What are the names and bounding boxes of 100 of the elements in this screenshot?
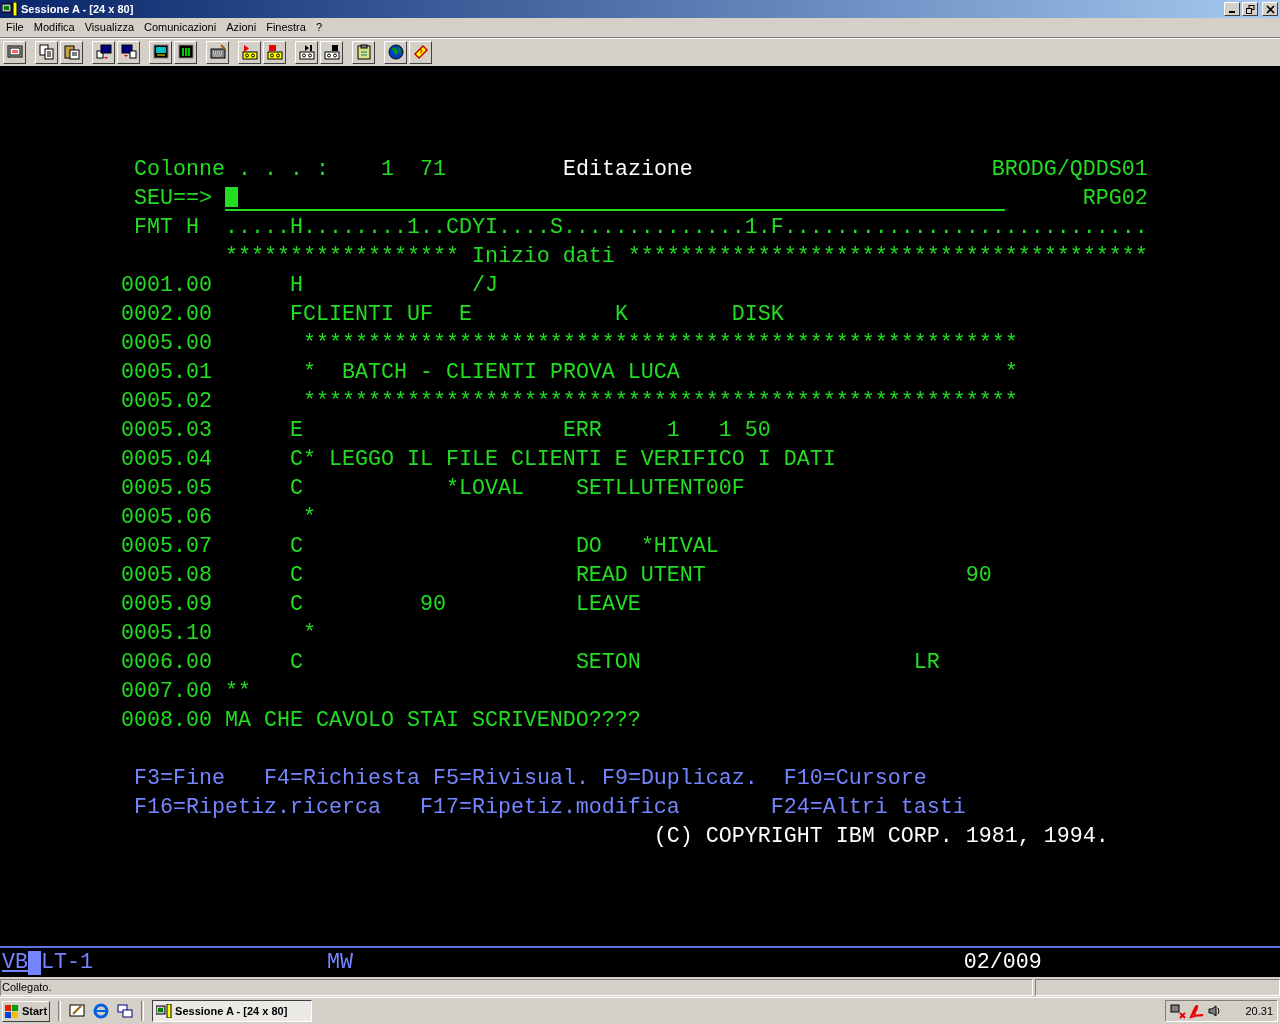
source-code-text: * bbox=[1004, 359, 1018, 387]
cursor-position: 02/009 bbox=[963, 949, 1042, 977]
toolbar-button[interactable] bbox=[352, 40, 375, 64]
source-code-text: ** bbox=[224, 678, 251, 706]
minimize-button[interactable] bbox=[1224, 2, 1240, 16]
menu-item[interactable]: Finestra bbox=[261, 19, 311, 36]
monitor-icon bbox=[152, 44, 169, 60]
sequence-number: 0005.09 bbox=[121, 591, 212, 619]
source-code-text: SETLLUTENT00F bbox=[575, 475, 745, 503]
source-code-text: K bbox=[614, 301, 628, 329]
source-code-text: E bbox=[458, 301, 472, 329]
source-code-text: READ UTENT bbox=[575, 562, 706, 590]
sequence-number: 0001.00 bbox=[121, 272, 212, 300]
source-code-text: /J bbox=[471, 272, 498, 300]
toolbar-button[interactable] bbox=[238, 40, 261, 64]
source-code-text: C bbox=[289, 475, 303, 503]
windows-flag-icon bbox=[5, 1004, 20, 1018]
source-code-text: C bbox=[289, 533, 303, 561]
tape-step-icon bbox=[298, 44, 315, 60]
source-code-text: BATCH - CLIENTI PROVA LUCA bbox=[341, 359, 680, 387]
function-key-hint: F16=Ripetiz.ricerca bbox=[134, 794, 381, 822]
terminal-app-icon bbox=[156, 1004, 173, 1018]
screen-title: Editazione bbox=[562, 156, 693, 184]
globe-icon bbox=[387, 44, 404, 60]
source-code-text: 90 bbox=[419, 591, 446, 619]
toolbar-button[interactable] bbox=[263, 40, 286, 64]
speaker-icon[interactable] bbox=[1208, 1004, 1222, 1018]
toolbar-button[interactable] bbox=[295, 40, 318, 64]
sequence-number: 0005.02 bbox=[121, 388, 212, 416]
screen-label: 71 bbox=[419, 156, 446, 184]
menu-item[interactable]: Comunicazioni bbox=[139, 19, 222, 36]
taskbar-button[interactable]: Sessione A - [24 x 80] bbox=[152, 1000, 313, 1022]
menu-item[interactable]: Visualizza bbox=[79, 19, 140, 36]
close-icon bbox=[1265, 4, 1275, 14]
screen-label: BRODG/QDDS01 bbox=[991, 156, 1148, 184]
menu-item[interactable]: ? bbox=[310, 19, 328, 36]
source-code-text: C bbox=[289, 562, 303, 590]
menu-item[interactable]: Azioni bbox=[221, 19, 262, 36]
toolbar-button[interactable] bbox=[174, 40, 197, 64]
command-prompt: SEU==> bbox=[134, 185, 212, 213]
close-button[interactable] bbox=[1262, 2, 1278, 16]
toolbar-button[interactable] bbox=[384, 40, 407, 64]
source-code-text: LEAVE bbox=[575, 591, 641, 619]
restore-button[interactable] bbox=[1242, 2, 1258, 16]
toolbar-button[interactable] bbox=[3, 40, 26, 64]
copyright-notice: (C) COPYRIGHT IBM CORP. 1981, 1994. bbox=[653, 823, 1109, 851]
sequence-number: 0005.08 bbox=[121, 562, 212, 590]
toolbar-button[interactable] bbox=[117, 40, 140, 64]
function-key-hint: F10=Cursore bbox=[783, 765, 927, 793]
window-stack-icon bbox=[95, 44, 112, 60]
toolbar-button[interactable] bbox=[320, 40, 343, 64]
clock: 20.31 bbox=[1245, 1003, 1273, 1019]
toolbar-button[interactable] bbox=[35, 40, 58, 64]
monitor-icon bbox=[6, 44, 23, 60]
browser-icon[interactable] bbox=[93, 1003, 110, 1019]
source-code-text: SETON bbox=[575, 649, 641, 677]
toolbar-button[interactable] bbox=[92, 40, 115, 64]
paste-icon bbox=[63, 44, 80, 60]
sequence-number: 0005.04 bbox=[121, 446, 212, 474]
toolbar-button[interactable] bbox=[60, 40, 83, 64]
function-key-hint: F9=Duplicaz. bbox=[601, 765, 758, 793]
status-indicator: VB bbox=[2, 949, 28, 977]
function-key-hint: F24=Altri tasti bbox=[770, 794, 966, 822]
source-code-text: DO bbox=[575, 533, 602, 561]
toolbar-button[interactable] bbox=[409, 40, 432, 64]
format-label: FMT H bbox=[134, 214, 199, 242]
sequence-number: 0005.00 bbox=[121, 330, 212, 358]
sequence-number: 0005.06 bbox=[121, 504, 212, 532]
source-code-text: E bbox=[289, 417, 303, 445]
status-indicator: MW bbox=[326, 949, 353, 977]
copy-icon bbox=[38, 44, 55, 60]
sequence-number: 0005.01 bbox=[121, 359, 212, 387]
start-button[interactable]: Start bbox=[2, 1000, 51, 1022]
source-code-text: 90 bbox=[965, 562, 992, 590]
sequence-number: 0006.00 bbox=[121, 649, 212, 677]
source-code-text: LR bbox=[913, 649, 940, 677]
screen-label: Colonne . . . : bbox=[134, 156, 329, 184]
source-code-text: FCLIENTI UF bbox=[289, 301, 433, 329]
member-name: RPG02 bbox=[1082, 185, 1148, 213]
source-code-text: MA CHE CAVOLO STAI SCRIVENDO???? bbox=[224, 707, 641, 735]
restore-icon bbox=[1245, 4, 1255, 14]
network-icon[interactable] bbox=[1170, 1003, 1186, 1019]
window-title: Sessione A - [24 x 80] bbox=[21, 1, 134, 17]
clipboard-icon bbox=[355, 44, 372, 60]
function-key-hint: F4=Richiesta bbox=[264, 765, 420, 793]
source-code-text: ******************************************************* bbox=[302, 388, 1018, 416]
menu-item[interactable]: Modifica bbox=[28, 19, 80, 36]
toolbar-button[interactable] bbox=[149, 40, 172, 64]
windows-icon[interactable] bbox=[117, 1003, 134, 1019]
keyboard-icon bbox=[209, 44, 226, 60]
monitor-icon bbox=[177, 44, 194, 60]
window-stack-icon bbox=[120, 44, 137, 60]
format-ruler: .....H........1..CDYI....S..............1.F............................ bbox=[225, 214, 1148, 242]
command-field[interactable] bbox=[224, 186, 1005, 211]
source-code-text: 1 50 bbox=[718, 417, 771, 445]
function-key-hint: F5=Rivisual. bbox=[432, 765, 589, 793]
toolbar-button[interactable] bbox=[206, 40, 229, 64]
source-code-text: *HIVAL bbox=[640, 533, 719, 561]
sequence-number: 0005.07 bbox=[121, 533, 212, 561]
menu-item[interactable]: File bbox=[1, 19, 29, 36]
